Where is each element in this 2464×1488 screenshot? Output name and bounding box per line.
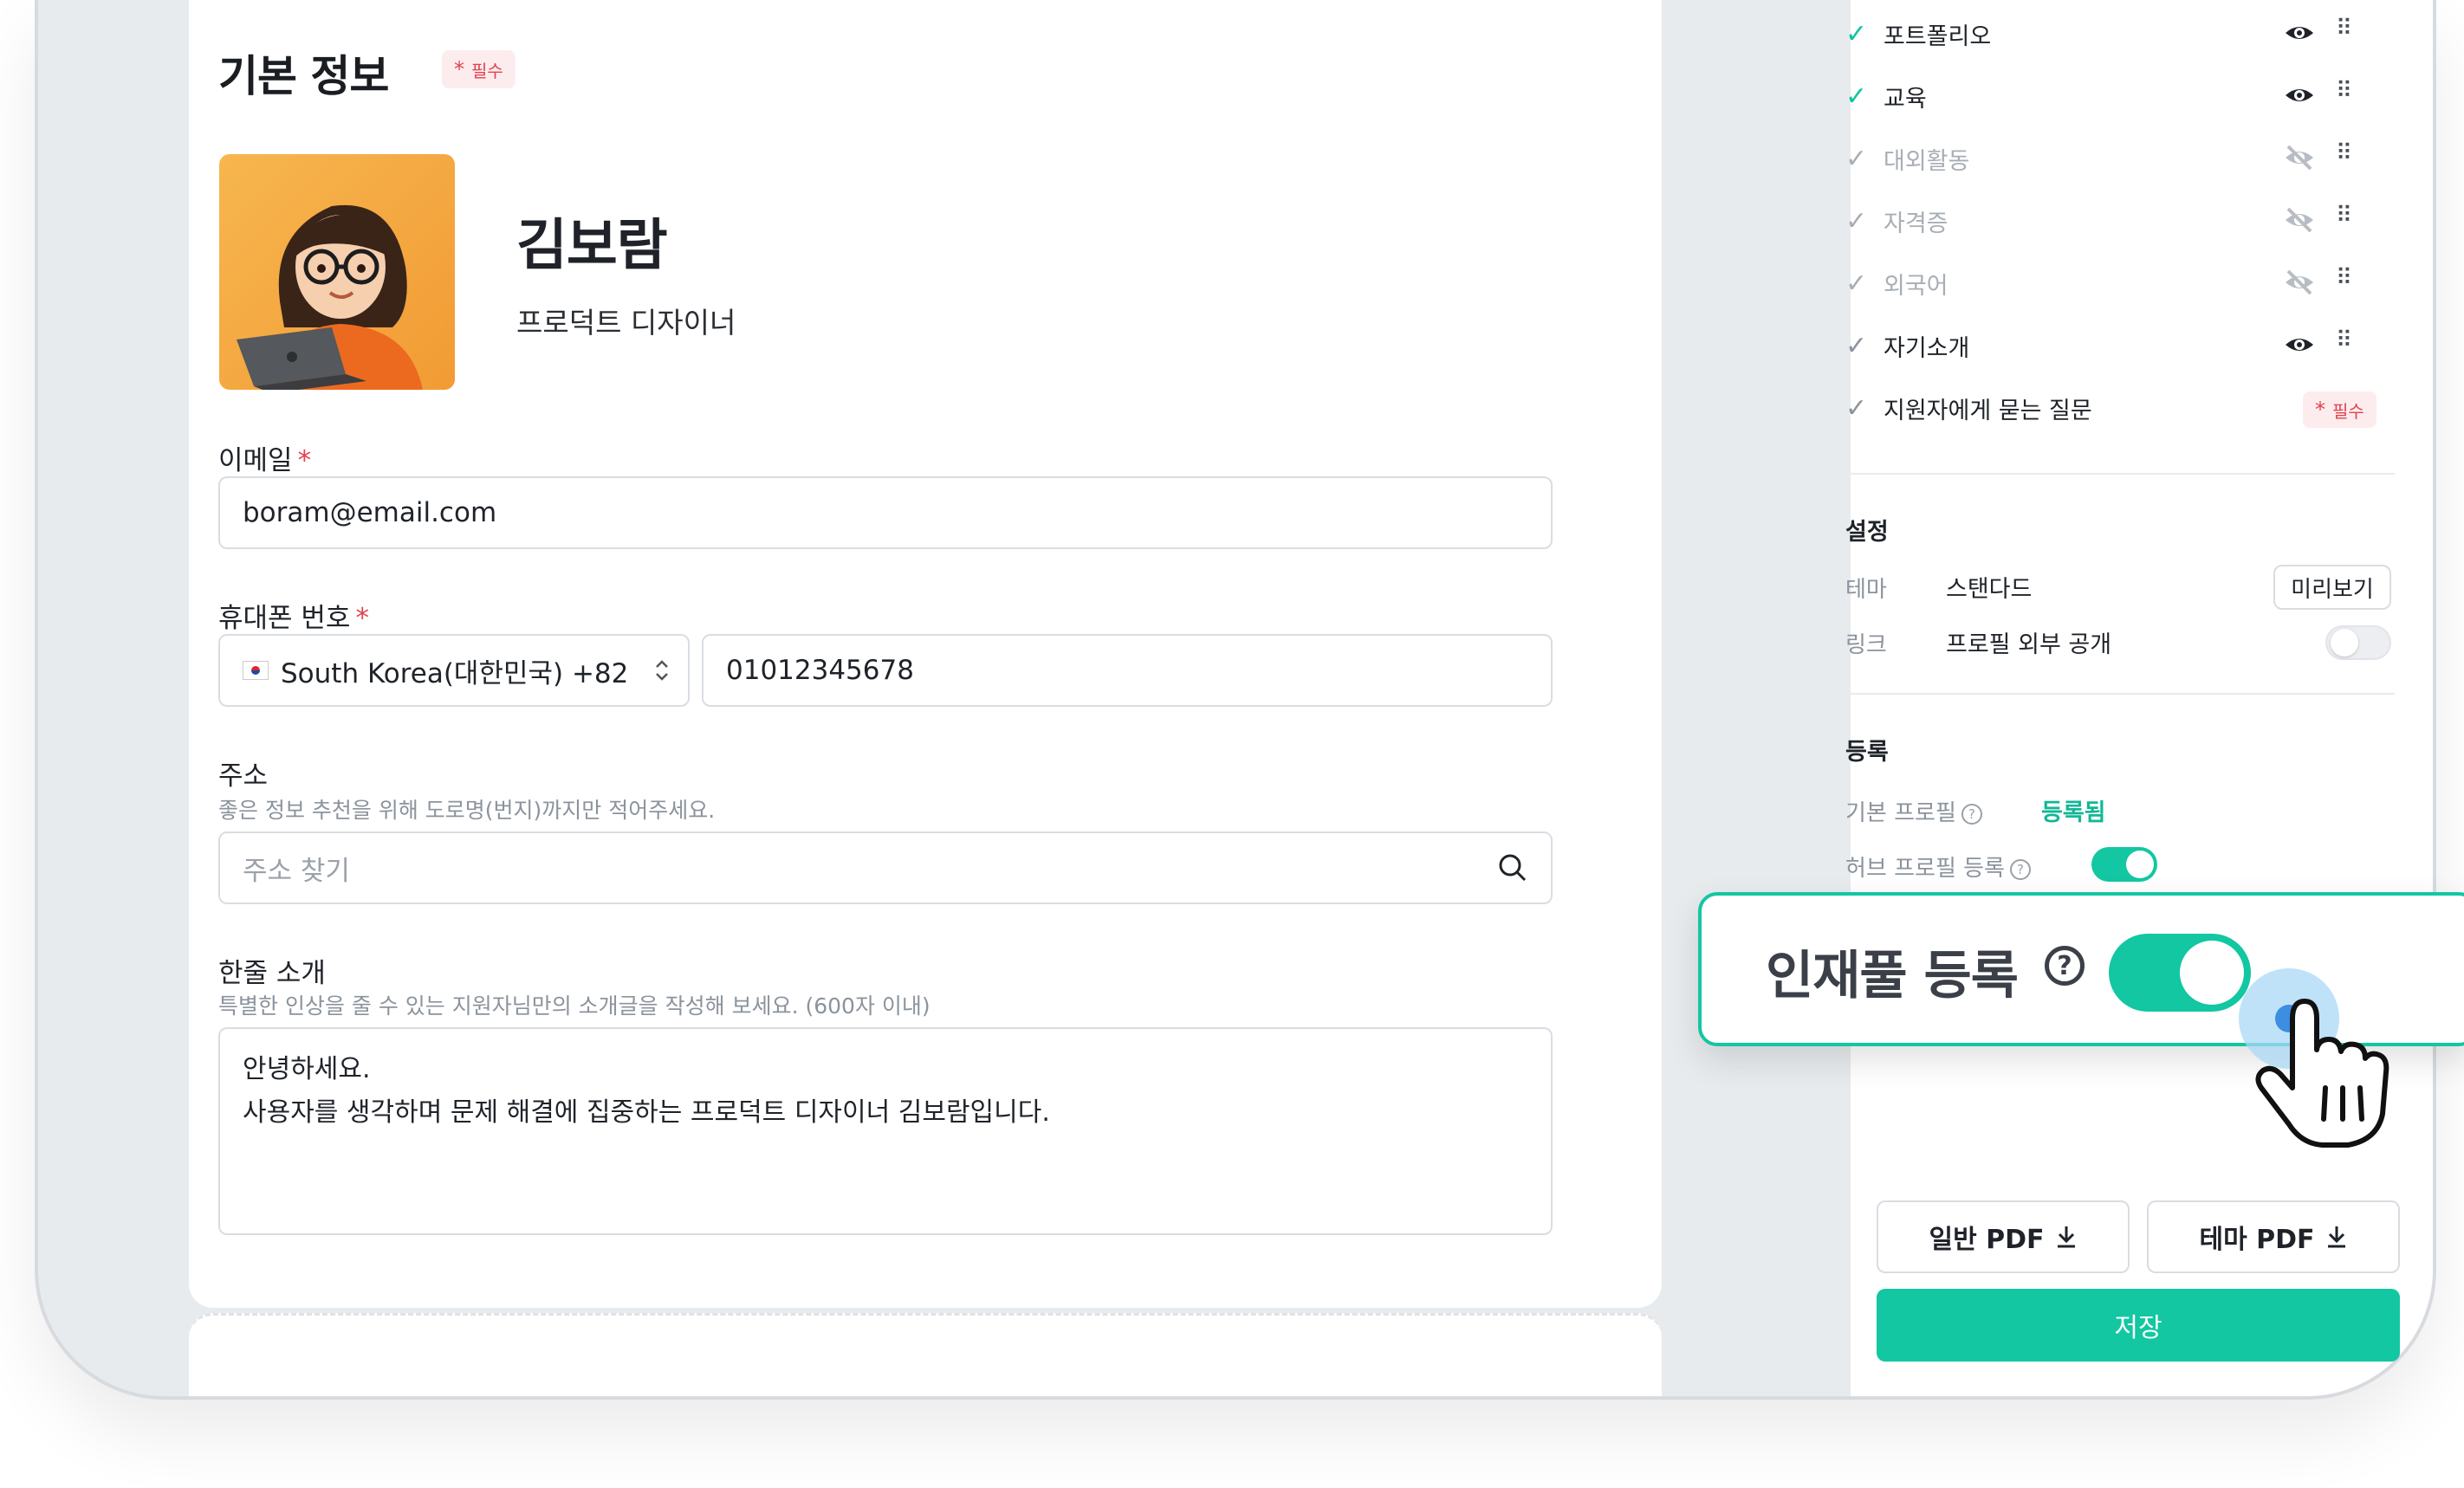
check-icon[interactable]: ✓	[1845, 81, 1884, 112]
basic-profile-status: 등록됨	[2041, 799, 2106, 826]
address-search-input[interactable]: 주소 찾기	[218, 831, 1553, 904]
next-section-card	[189, 1313, 1662, 1396]
link-key: 링크	[1845, 632, 1887, 658]
drag-handle-icon[interactable]: ⠿	[2336, 265, 2352, 291]
search-icon[interactable]	[1497, 852, 1528, 883]
drag-handle-icon[interactable]: ⠿	[2336, 16, 2352, 42]
settings-title: 설정	[1845, 519, 1889, 546]
preview-button[interactable]: 미리보기	[2273, 565, 2391, 610]
download-general-pdf-button[interactable]: 일반 PDF	[1877, 1200, 2130, 1273]
basic-profile-key: 기본 프로필?	[1845, 795, 1982, 827]
help-icon[interactable]: ?	[2045, 946, 2085, 986]
help-icon[interactable]: ?	[2009, 858, 2031, 880]
eye-off-icon[interactable]	[2284, 267, 2315, 298]
eye-icon[interactable]	[2284, 80, 2315, 111]
check-icon[interactable]: ✓	[1845, 331, 1884, 361]
drag-handle-icon[interactable]: ⠿	[2336, 140, 2352, 166]
download-icon	[2057, 1226, 2075, 1248]
korea-flag-icon	[243, 661, 269, 680]
section-item-certificates[interactable]: ✓ 자격증 ⠿	[1845, 199, 2400, 243]
section-item-portfolio[interactable]: ✓ 포트폴리오 ⠿	[1845, 12, 2400, 55]
section-item-activities[interactable]: ✓ 대외활동 ⠿	[1845, 137, 2400, 180]
section-item-self-intro[interactable]: ✓ 자기소개 ⠿	[1845, 324, 2400, 367]
hub-profile-key: 허브 프로필 등록?	[1845, 851, 2031, 883]
download-theme-pdf-button[interactable]: 테마 PDF	[2147, 1200, 2400, 1273]
intro-label: 한줄 소개	[218, 958, 326, 989]
check-icon[interactable]: ✓	[1845, 144, 1884, 174]
theme-value: 스탠다드	[1946, 576, 2033, 603]
avatar[interactable]	[219, 154, 455, 390]
registration-title: 등록	[1845, 739, 1889, 766]
eye-off-icon[interactable]	[2284, 142, 2315, 173]
eye-icon[interactable]	[2284, 329, 2315, 360]
link-value: 프로필 외부 공개	[1946, 631, 2112, 658]
save-button[interactable]: 저장	[1877, 1289, 2400, 1362]
country-code-select[interactable]: South Korea(대한민국) +82	[218, 634, 690, 707]
eye-icon[interactable]	[2284, 17, 2315, 49]
profile-name: 김보람	[516, 214, 668, 278]
drag-handle-icon[interactable]: ⠿	[2336, 203, 2352, 229]
divider	[1812, 693, 2395, 695]
intro-textarea[interactable]: 안녕하세요. 사용자를 생각하며 문제 해결에 집중하는 프로덕트 디자이너 김…	[218, 1027, 1553, 1235]
eye-off-icon[interactable]	[2284, 204, 2315, 236]
phone-number-field[interactable]: 01012345678	[702, 634, 1553, 707]
intro-hint: 특별한 인상을 줄 수 있는 지원자님만의 소개글을 작성해 보세요. (600…	[218, 993, 930, 1019]
help-icon[interactable]: ?	[1961, 803, 1982, 825]
theme-key: 테마	[1845, 577, 1887, 603]
check-icon[interactable]: ✓	[1845, 393, 1884, 424]
talent-pool-toggle[interactable]	[2109, 934, 2251, 1012]
required-badge: * 필수	[2303, 391, 2376, 428]
check-icon[interactable]: ✓	[1845, 19, 1884, 49]
download-icon	[2327, 1226, 2345, 1248]
talent-pool-label: 인재풀 등록	[1766, 946, 2019, 1006]
email-label: 이메일 *	[218, 445, 312, 476]
check-icon[interactable]: ✓	[1845, 206, 1884, 236]
email-field[interactable]: boram@email.com	[218, 476, 1553, 549]
section-item-languages[interactable]: ✓ 외국어 ⠿	[1845, 262, 2400, 305]
public-link-toggle[interactable]	[2325, 625, 2391, 660]
profile-role: 프로덕트 디자이너	[516, 306, 736, 340]
avatar-illustration	[237, 204, 423, 390]
hand-cursor-icon	[2239, 968, 2389, 1148]
drag-handle-icon[interactable]: ⠿	[2336, 78, 2352, 104]
required-badge: * 필수	[442, 50, 515, 88]
section-item-education[interactable]: ✓ 교육 ⠿	[1845, 74, 2400, 118]
drag-handle-icon[interactable]: ⠿	[2336, 327, 2352, 353]
address-label: 주소	[218, 760, 269, 792]
divider	[1812, 473, 2395, 475]
hub-profile-toggle[interactable]	[2091, 847, 2157, 882]
phone-label: 휴대폰 번호 *	[218, 603, 369, 634]
address-hint: 좋은 정보 추천을 위해 도로명(번지)까지만 적어주세요.	[218, 798, 716, 823]
chevron-updown-icon	[656, 660, 668, 681]
section-title: 기본 정보	[218, 51, 389, 101]
check-icon[interactable]: ✓	[1845, 268, 1884, 299]
